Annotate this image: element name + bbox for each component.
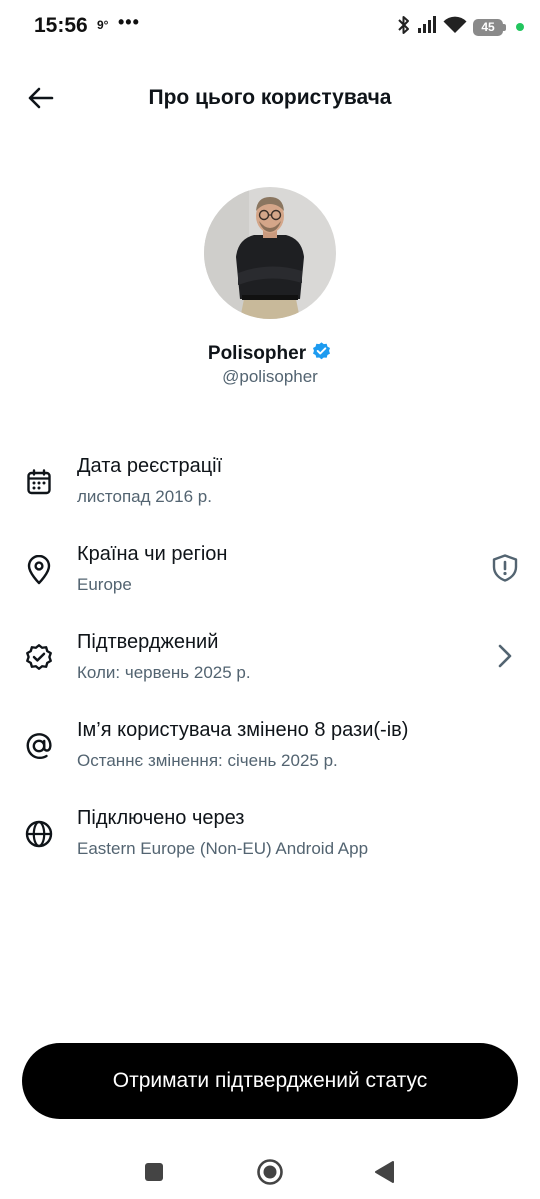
calendar-icon: [22, 465, 56, 499]
status-bar: 15:56 9° ••• 45: [0, 0, 540, 56]
verified-badge-icon[interactable]: [311, 341, 332, 367]
signal-icon: [417, 15, 437, 39]
info-row-username-changes: Ім’я користувача змінено 8 рази(-ів) Ост…: [0, 719, 540, 789]
profile-handle: @polisopher: [222, 367, 318, 386]
battery-icon: 45: [473, 18, 506, 36]
shield-alert-icon[interactable]: [488, 551, 522, 585]
home-circle-icon[interactable]: [250, 1152, 290, 1192]
info-row-country-region: Країна чи регіон Europe: [0, 543, 540, 613]
page-title: Про цього користувача: [148, 86, 392, 109]
verified-check-icon: [22, 641, 56, 675]
bluetooth-icon: [397, 15, 411, 40]
info-subtitle: Коли: червень 2025 р.: [77, 663, 251, 682]
info-title: Ім’я користувача змінено 8 рази(-ів): [77, 719, 409, 741]
info-subtitle: Europe: [77, 575, 132, 594]
green-dot-indicator: [516, 23, 524, 31]
info-row-connected-via: Підключено через Eastern Europe (Non-EU)…: [0, 807, 540, 877]
info-subtitle: листопад 2016 р.: [77, 487, 212, 506]
system-nav-bar: [0, 1140, 540, 1199]
status-temperature: 9°: [97, 18, 109, 32]
at-sign-icon: [22, 729, 56, 763]
info-row-verified[interactable]: Підтверджений Коли: червень 2025 р.: [0, 631, 540, 701]
profile-name: Polisopher: [207, 343, 307, 364]
status-time: 15:56: [34, 14, 88, 37]
status-indicators: 45: [397, 15, 524, 39]
info-subtitle: Eastern Europe (Non-EU) Android App: [77, 839, 369, 858]
globe-icon: [22, 817, 56, 851]
info-title: Підключено через: [77, 807, 245, 829]
status-more-dots: •••: [118, 12, 140, 32]
profile-name-row: Polisopher: [0, 341, 540, 367]
recents-square-icon[interactable]: [134, 1152, 174, 1192]
info-row-registration-date: Дата реєстрації листопад 2016 р.: [0, 455, 540, 525]
wifi-icon: [443, 16, 467, 39]
info-subtitle: Останнє змінення: січень 2025 р.: [77, 751, 338, 770]
location-pin-icon: [22, 553, 56, 587]
back-triangle-icon[interactable]: [364, 1152, 404, 1192]
chevron-right-icon[interactable]: [488, 639, 522, 673]
info-title: Підтверджений: [77, 631, 219, 653]
info-title: Країна чи регіон: [77, 543, 228, 565]
info-title: Дата реєстрації: [77, 455, 223, 477]
battery-level: 45: [473, 18, 503, 36]
get-verified-button[interactable]: Отримати підтверджений статус: [22, 1043, 518, 1119]
avatar[interactable]: [204, 187, 336, 319]
